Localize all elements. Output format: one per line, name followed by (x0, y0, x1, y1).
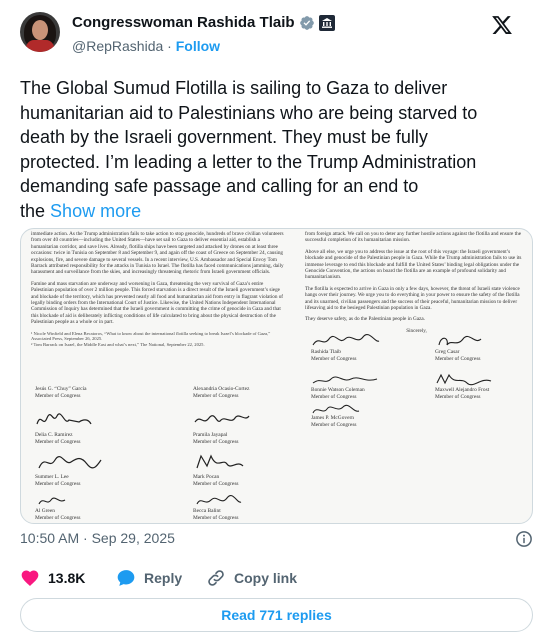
name-line: Congresswoman Rashida Tlaib (72, 14, 335, 31)
signature: James P. McGovern Member of Congress (311, 403, 431, 443)
signer-role: Member of Congress (193, 515, 239, 521)
tweet-text-line: protected. I’m leading a letter to the T… (20, 151, 477, 172)
signature: Alexandria Ocasio-Cortez Member of Congr… (193, 374, 291, 414)
copy-link-button[interactable]: Copy link (206, 568, 297, 588)
signer-role: Member of Congress (35, 439, 81, 445)
signature: Maxwell Alejandro Frost Member of Congre… (435, 373, 532, 413)
signer-name: Maxwell Alejandro Frost (435, 387, 490, 393)
reply-icon (117, 570, 135, 586)
signer-role: Member of Congress (35, 393, 81, 399)
copy-link-label: Copy link (234, 570, 298, 586)
letter-left-column: immediate action. As the Trump administr… (21, 229, 291, 523)
signer-role: Member of Congress (311, 394, 357, 400)
signer-name: Summer L. Lee (35, 474, 69, 480)
x-logo-icon[interactable] (491, 14, 513, 36)
letter-footnote: ¹ Nicole Winfield and Elena Becatoros, “… (31, 330, 271, 342)
signer-role: Member of Congress (435, 394, 481, 400)
tweet-text: The Global Sumud Flotilla is sailing to … (20, 76, 533, 223)
signer-role: Member of Congress (311, 356, 357, 362)
read-replies-button[interactable]: Read 771 replies (20, 598, 533, 632)
left-signature-block: Jesús G. “Chuy” García Member of Congres… (21, 374, 291, 523)
signer-name: Bonnie Watson Coleman (311, 387, 365, 393)
like-button[interactable]: 13.8K (20, 568, 85, 588)
avatar[interactable] (20, 12, 60, 52)
signer-name: Greg Casar (435, 349, 460, 355)
tweet-text-line: death by the Israeli government. They mu… (20, 127, 428, 147)
letter-right-column: from foreign attack. We call on you to d… (297, 229, 532, 523)
tweet-header: Congresswoman Rashida Tlaib @RepRashida … (20, 12, 533, 62)
link-icon (208, 570, 224, 586)
signer-role: Member of Congress (435, 356, 481, 362)
signature: Pramila Jayapal Member of Congress (193, 410, 291, 450)
author-handle[interactable]: @RepRashida (72, 38, 163, 54)
tweet-media-letter[interactable]: immediate action. As the Trump administr… (20, 228, 533, 524)
letter-paragraph: They deserve safety, as do the Palestini… (305, 316, 425, 323)
tweet-text-line: the (20, 200, 46, 221)
signature: Rashida Tlaib Member of Congress (311, 333, 431, 373)
letter-paragraph: Above all else, we urge you to address t… (305, 248, 522, 281)
follow-button[interactable]: Follow (176, 38, 220, 54)
letter-paragraph: The flotilla is expected to arrive in Ga… (305, 285, 520, 312)
heart-icon (21, 570, 39, 586)
letter-paragraph: from foreign attack. We call on you to d… (305, 231, 521, 244)
tweet-text-line: demanding safe passage and calling for a… (20, 176, 419, 196)
signer-name: Rashida Tlaib (311, 349, 341, 355)
reply-label: Reply (144, 570, 183, 586)
reply-button[interactable]: Reply (116, 568, 182, 588)
tweet-timestamp[interactable]: 10:50 AM · Sep 29, 2025 (20, 530, 175, 546)
tweet-text-last-line: the Show more (20, 199, 533, 224)
signature: Summer L. Lee Member of Congress (35, 452, 155, 492)
signer-name: Pramila Jayapal (193, 432, 228, 438)
signer-role: Member of Congress (35, 515, 81, 521)
letter-footnote: ² Tom Barrack on Israel, the Middle East… (31, 341, 205, 347)
action-bar: 13.8K Reply Copy link (20, 568, 533, 592)
signer-name: Becca Balint (193, 508, 221, 514)
government-badge-icon (318, 14, 335, 31)
verified-badge-icon (299, 15, 314, 30)
tweet-text-line: The Global Sumud Flotilla is sailing to … (20, 78, 448, 98)
signer-name: Delia C. Ramirez (35, 432, 73, 438)
signer-role: Member of Congress (193, 439, 239, 445)
letter-paragraph: Famine and mass starvation are underway … (31, 280, 284, 326)
signer-name: Jesús G. “Chuy” García (35, 386, 87, 392)
info-icon[interactable] (515, 530, 533, 548)
signature: Delia C. Ramirez Member of Congress (35, 410, 155, 450)
tweet-text-line: humanitarian aid to Palestinians who are… (20, 102, 478, 123)
signer-name: Mark Pocan (193, 474, 220, 480)
show-more-link[interactable]: Show more (50, 201, 141, 221)
signature: Greg Casar Member of Congress (435, 333, 532, 373)
author-display-name[interactable]: Congresswoman Rashida Tlaib (72, 14, 295, 31)
handle-line: @RepRashida · Follow (72, 38, 220, 54)
signer-name: James P. McGovern (311, 415, 354, 421)
signature: Al Green Member of Congress (35, 494, 155, 523)
signer-role: Member of Congress (311, 422, 357, 428)
signature: Becca Balint Member of Congress (193, 494, 291, 523)
signer-role: Member of Congress (35, 481, 81, 487)
letter-paragraph: immediate action. As the Trump administr… (31, 231, 284, 276)
handle-separator: · (167, 38, 172, 54)
signer-name: Al Green (35, 508, 55, 514)
signer-role: Member of Congress (193, 393, 239, 399)
signature: Mark Pocan Member of Congress (193, 452, 291, 492)
like-count: 13.8K (48, 570, 86, 586)
signer-role: Member of Congress (193, 481, 239, 487)
signature: Jesús G. “Chuy” García Member of Congres… (35, 374, 155, 414)
right-signature-block: Rashida Tlaib Member of Congress Greg Ca… (305, 333, 532, 428)
signer-name: Alexandria Ocasio-Cortez (193, 386, 250, 392)
